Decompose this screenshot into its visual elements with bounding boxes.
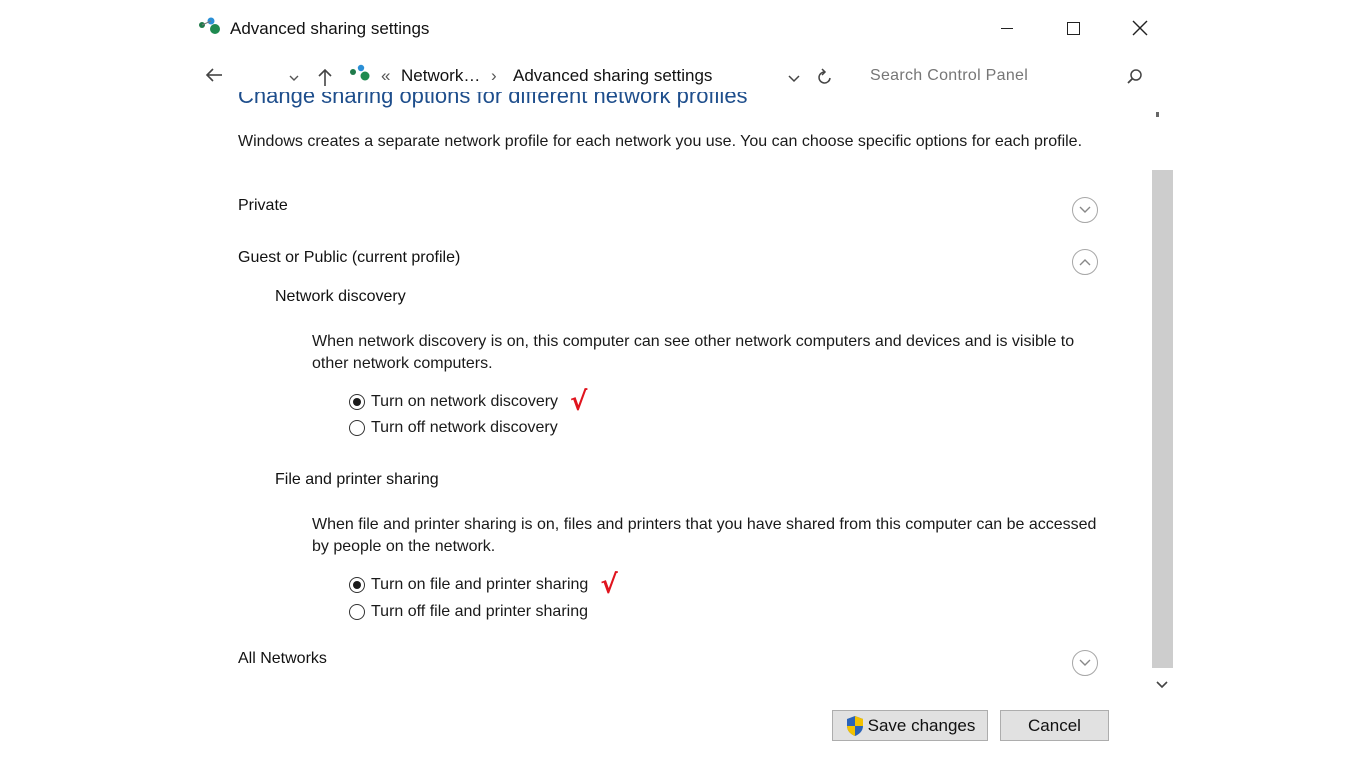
scroll-down-button[interactable]: [1156, 676, 1168, 694]
close-button[interactable]: [1117, 12, 1163, 44]
profile-all-networks-label[interactable]: All Networks: [238, 650, 327, 668]
expand-all-networks-button[interactable]: [1072, 650, 1098, 676]
search-input[interactable]: Search Control Panel: [870, 67, 1028, 85]
radio-label[interactable]: Turn on network discovery: [371, 393, 558, 411]
minimize-button[interactable]: [984, 12, 1030, 44]
refresh-icon: [818, 68, 831, 84]
radio-network-discovery-off[interactable]: Turn off network discovery: [349, 419, 558, 437]
maximize-icon: [1066, 21, 1080, 35]
file-sharing-description: When file and printer sharing is on, fil…: [312, 516, 1097, 555]
intro-text: Windows creates a separate network profi…: [238, 133, 1083, 150]
radio-file-sharing-on[interactable]: Turn on file and printer sharing √: [349, 570, 618, 600]
recent-locations-button[interactable]: [288, 70, 300, 88]
radio-label[interactable]: Turn off file and printer sharing: [371, 603, 588, 621]
radio-label[interactable]: Turn on file and printer sharing: [371, 576, 588, 594]
breadcrumb-current[interactable]: Advanced sharing settings: [513, 66, 712, 86]
chevron-down-icon: [1079, 206, 1091, 213]
up-button[interactable]: [316, 67, 334, 92]
file-sharing-title: File and printer sharing: [275, 471, 439, 488]
back-arrow-icon: [205, 68, 222, 82]
network-location-icon: [349, 64, 373, 89]
network-sharing-icon: [198, 16, 224, 38]
expand-private-button[interactable]: [1072, 197, 1098, 223]
radio-button-unchecked[interactable]: [349, 420, 365, 436]
maximize-button[interactable]: [1050, 12, 1096, 44]
search-button[interactable]: [1126, 68, 1144, 91]
profile-guest-label[interactable]: Guest or Public (current profile): [238, 249, 460, 267]
radio-button-checked[interactable]: [349, 394, 365, 410]
back-button[interactable]: [204, 65, 224, 91]
profile-private-label[interactable]: Private: [238, 197, 288, 215]
address-dropdown-button[interactable]: [787, 71, 801, 89]
minimize-icon: [1001, 27, 1013, 29]
chevron-down-icon: [1079, 659, 1091, 666]
network-discovery-description: When network discovery is on, this compu…: [312, 333, 1075, 372]
chevron-up-icon: [1079, 259, 1091, 266]
radio-network-discovery-on[interactable]: Turn on network discovery √: [349, 387, 588, 417]
checkmark-icon: √: [570, 387, 588, 417]
chevron-down-icon: [1156, 681, 1168, 689]
cancel-button[interactable]: Cancel: [1000, 710, 1109, 741]
shield-icon: [846, 715, 863, 736]
chevron-down-icon: [289, 75, 299, 81]
close-icon: [1132, 20, 1148, 36]
cancel-label[interactable]: Cancel: [1028, 716, 1081, 736]
window-title: Advanced sharing settings: [230, 19, 430, 38]
page-heading: Change sharing options for different net…: [238, 92, 748, 108]
chevron-down-icon: [788, 75, 800, 83]
save-changes-label[interactable]: Save changes: [868, 716, 976, 736]
search-icon: [1127, 69, 1142, 84]
collapse-guest-button[interactable]: [1072, 249, 1098, 275]
breadcrumb-overflow[interactable]: «: [381, 66, 390, 86]
breadcrumb-network[interactable]: Network…: [401, 66, 480, 86]
breadcrumb-separator[interactable]: ›: [491, 66, 497, 86]
save-changes-button[interactable]: Save changes: [832, 710, 988, 741]
radio-file-sharing-off[interactable]: Turn off file and printer sharing: [349, 603, 588, 621]
up-arrow-icon: [318, 68, 332, 86]
scrollbar-thumb[interactable]: [1152, 170, 1173, 668]
network-discovery-title: Network discovery: [275, 288, 406, 305]
scroll-up-marker: [1156, 112, 1159, 117]
radio-button-checked[interactable]: [349, 577, 365, 593]
radio-button-unchecked[interactable]: [349, 604, 365, 620]
radio-label[interactable]: Turn off network discovery: [371, 419, 558, 437]
checkmark-icon: √: [600, 570, 618, 600]
refresh-button[interactable]: [816, 67, 834, 92]
